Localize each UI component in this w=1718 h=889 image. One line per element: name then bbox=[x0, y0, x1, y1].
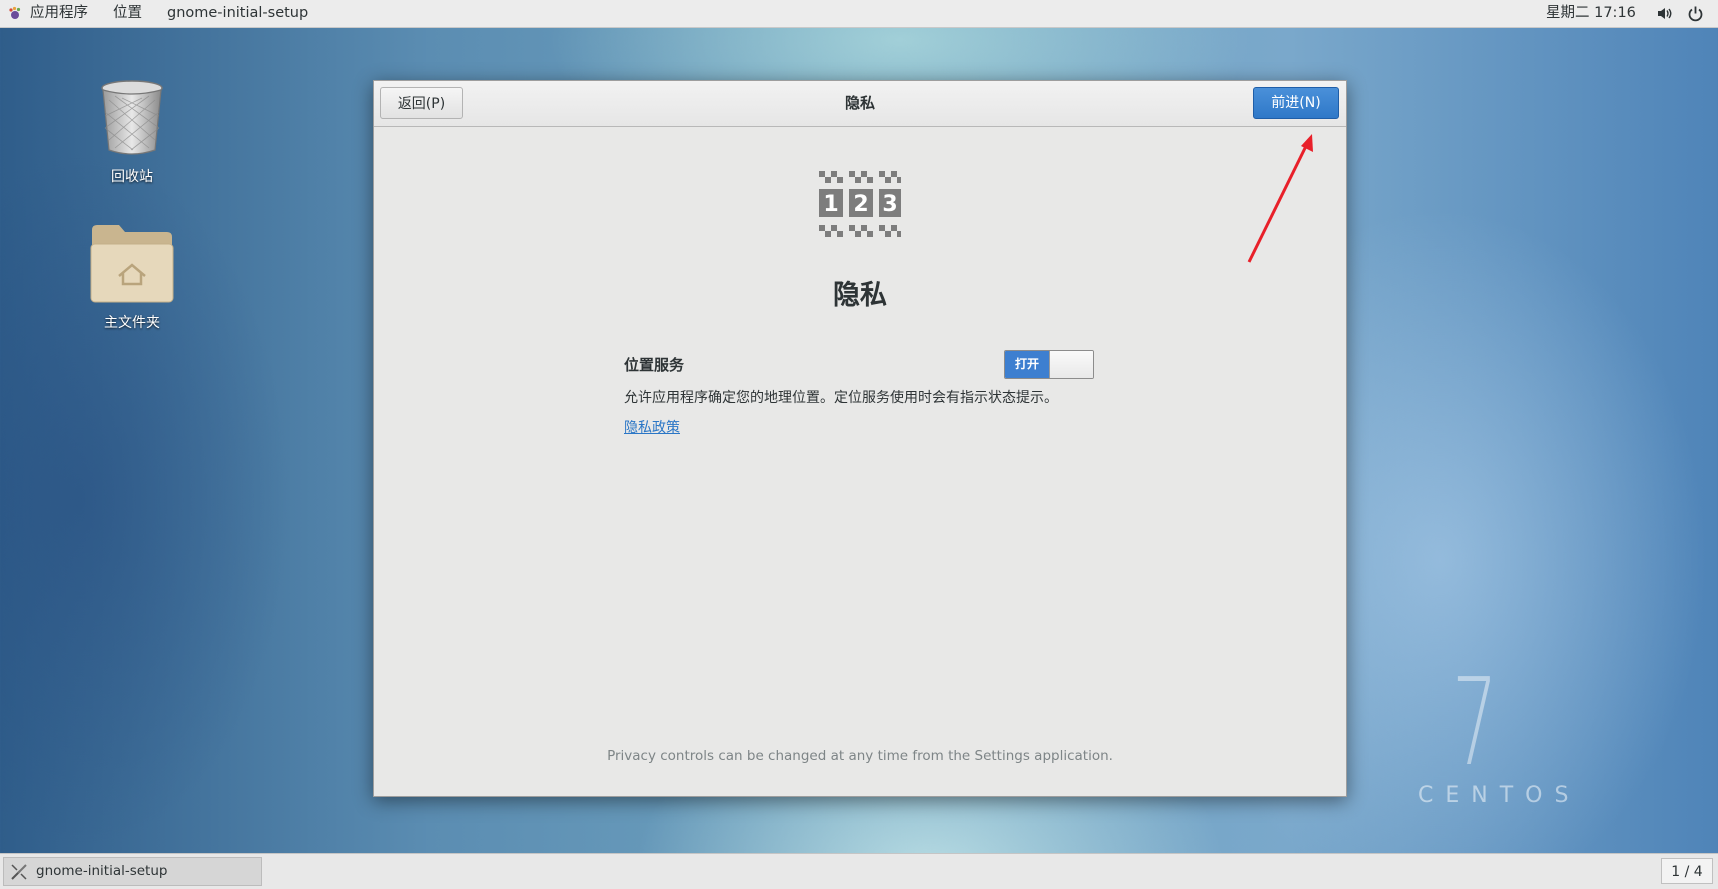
volume-icon[interactable] bbox=[1656, 5, 1673, 22]
svg-text:3: 3 bbox=[882, 192, 897, 217]
trash-label: 回收站 bbox=[111, 169, 153, 185]
power-icon[interactable] bbox=[1687, 5, 1704, 22]
applications-menu[interactable]: 应用程序 bbox=[30, 0, 88, 27]
svg-text:2: 2 bbox=[853, 192, 868, 217]
setup-tool-icon bbox=[11, 864, 27, 880]
location-services-toggle[interactable]: 打开 bbox=[1004, 350, 1094, 379]
toggle-knob[interactable] bbox=[1049, 351, 1093, 378]
location-services-label: 位置服务 bbox=[624, 356, 685, 374]
bottom-taskbar: gnome-initial-setup 1 / 4 bbox=[0, 853, 1718, 889]
window-title: 隐私 bbox=[844, 94, 875, 112]
privacy-icon: 123 bbox=[819, 171, 901, 237]
app-menu[interactable]: gnome-initial-setup bbox=[167, 0, 308, 27]
initial-setup-window: 返回(P) 隐私 前进(N) 123 隐私 位置服务 打开 允许应用程序确定您的… bbox=[373, 80, 1347, 797]
centos-brand-watermark: CENTOS bbox=[1418, 783, 1581, 808]
clock[interactable]: 星期二 17:16 bbox=[1546, 0, 1636, 27]
trash-icon bbox=[101, 80, 163, 155]
top-bar: 应用程序 位置 gnome-initial-setup 星期二 17:16 bbox=[0, 0, 1718, 28]
next-button[interactable]: 前进(N) bbox=[1253, 87, 1339, 119]
home-folder-icon bbox=[90, 225, 174, 303]
annotation-arrow bbox=[1247, 134, 1313, 263]
taskbar-window-label: gnome-initial-setup bbox=[36, 863, 168, 879]
privacy-policy-link[interactable]: 隐私政策 bbox=[624, 417, 680, 437]
centos-version-watermark: 7 bbox=[1452, 654, 1498, 793]
taskbar-window-button[interactable]: gnome-initial-setup bbox=[3, 857, 262, 886]
home-folder-label: 主文件夹 bbox=[104, 315, 160, 331]
workspace-pager[interactable]: 1 / 4 bbox=[1661, 858, 1713, 884]
page-heading: 隐私 bbox=[833, 280, 887, 311]
location-description: 允许应用程序确定您的地理位置。定位服务使用时会有指示状态提示。 bbox=[624, 390, 1058, 406]
trash-desktop-icon[interactable]: 回收站 bbox=[72, 78, 192, 186]
home-folder-desktop-icon[interactable]: 主文件夹 bbox=[72, 222, 192, 332]
places-menu[interactable]: 位置 bbox=[113, 0, 142, 27]
header-bar: 返回(P) 隐私 前进(N) bbox=[374, 81, 1346, 127]
gnome-foot-icon bbox=[9, 6, 21, 19]
footer-note: Privacy controls can be changed at any t… bbox=[607, 748, 1113, 764]
svg-text:1: 1 bbox=[823, 192, 838, 217]
toggle-on-label: 打开 bbox=[1005, 351, 1049, 378]
